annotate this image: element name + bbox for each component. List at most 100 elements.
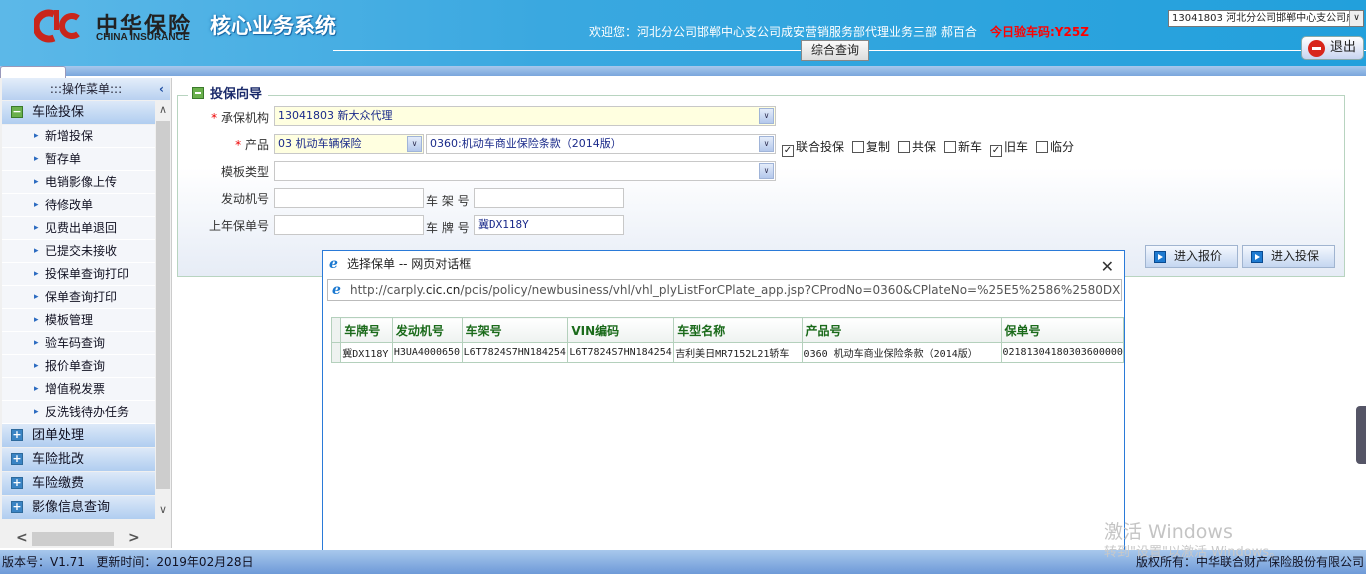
windows-watermark-sub: 转到"设置"以激活 Windows。 <box>1104 545 1283 560</box>
engine-input[interactable] <box>274 188 424 208</box>
cell-engine[interactable]: H3UA4000650 <box>391 342 463 363</box>
menu-group-label: 团单处理 <box>32 428 85 443</box>
column-header: 产品号 <box>801 317 1002 343</box>
version-info: 版本号：V1.71 更新时间：2019年02月28日 <box>2 555 254 569</box>
product-select[interactable]: 03 机动车辆保险 ∨ <box>274 134 424 154</box>
menu-list: −车险投保 新增投保 暂存单 电销影像上传 待修改单 见费出单退回 已提交未接收… <box>2 101 155 520</box>
cell-product[interactable]: 0360 机动车商业保险条款（2014版） <box>801 342 1002 363</box>
menu-item[interactable]: 验车码查询 <box>2 332 155 355</box>
cell-vin[interactable]: L6T7824S7HN184254 <box>567 342 675 363</box>
plus-icon: + <box>11 500 23 513</box>
frame-label: 车 架 号 <box>426 194 470 208</box>
tab-home[interactable] <box>0 66 66 78</box>
cell-model[interactable]: 吉利美日MR7152L21轿车 <box>673 342 803 363</box>
menu-item[interactable]: 反洗钱待办任务 <box>2 401 155 424</box>
scroll-thumb[interactable] <box>156 121 170 489</box>
plate-label: 车 牌 号 <box>426 221 470 235</box>
copy-checkbox[interactable]: 复制 <box>852 138 890 155</box>
product-label: * 产品 <box>235 138 269 152</box>
chevron-down-icon: ∨ <box>759 163 774 179</box>
menu-group-image-query[interactable]: + 影像信息查询 <box>2 496 155 519</box>
checkbox-checked[interactable]: ✓ <box>782 145 794 157</box>
menu-item[interactable]: 暂存单 <box>2 148 155 171</box>
used-car-checkbox[interactable]: ✓ 旧车 <box>990 138 1028 157</box>
plus-icon: + <box>11 428 23 441</box>
scroll-right-icon[interactable]: > <box>128 530 140 546</box>
table-row[interactable]: 冀DX118Y H3UA4000650 L6T7824S7HN184254 L6… <box>330 342 1124 363</box>
collapse-icon[interactable]: ‹ <box>159 78 164 100</box>
check-code: 今日验车码:Y25Z <box>990 25 1089 39</box>
scroll-down-icon[interactable]: ∨ <box>155 503 171 516</box>
menu-group-payment[interactable]: + 车险缴费 <box>2 472 155 495</box>
checkbox[interactable] <box>944 141 956 153</box>
template-label: 模板类型 <box>220 165 269 179</box>
select-policy-dialog: e 选择保单 -- 网页对话框 ✕ e http://carply.cic.cn… <box>322 250 1125 574</box>
cell-frame[interactable]: L6T7824S7HN184254 <box>461 342 569 363</box>
facultative-checkbox[interactable]: 临分 <box>1036 138 1074 155</box>
menu-item[interactable]: 见费出单退回 <box>2 217 155 240</box>
menu-item[interactable]: 已提交未接收 <box>2 240 155 263</box>
menu-item[interactable]: 保单查询打印 <box>2 286 155 309</box>
side-widget[interactable] <box>1356 406 1366 464</box>
play-icon <box>1251 251 1263 263</box>
clause-select[interactable]: 0360:机动车商业保险条款（2014版） ∨ <box>426 134 776 154</box>
table-header-row: 车牌号 发动机号 车架号 VIN编码 车型名称 产品号 保单号 <box>330 317 1124 343</box>
scroll-thumb[interactable] <box>32 532 114 546</box>
menu-item[interactable]: 新增投保 <box>2 125 155 148</box>
menu-group-label: 车险投保 <box>32 105 85 120</box>
org-select[interactable]: 13041803 新大众代理 ∨ <box>274 106 776 126</box>
org-select[interactable]: 13041803 河北分公司邯郸中心支公司成 ∨ <box>1168 10 1364 27</box>
template-select[interactable]: ∨ <box>274 161 776 181</box>
logout-icon <box>1308 40 1325 57</box>
enter-insure-button[interactable]: 进入投保 <box>1242 245 1335 268</box>
menu-item[interactable]: 投保单查询打印 <box>2 263 155 286</box>
menu-item[interactable]: 待修改单 <box>2 194 155 217</box>
chevron-down-icon: ∨ <box>407 136 422 152</box>
tab-band <box>0 66 1366 76</box>
menu-group-group-policy[interactable]: + 团单处理 <box>2 424 155 447</box>
column-header: VIN编码 <box>567 317 675 343</box>
last-policy-label: 上年保单号 <box>208 219 269 233</box>
chevron-down-icon: ∨ <box>759 108 774 124</box>
dialog-titlebar[interactable]: e 选择保单 -- 网页对话框 ✕ <box>323 251 1124 277</box>
sidebar: :::操作菜单:::‹ −车险投保 新增投保 暂存单 电销影像上传 待修改单 见… <box>0 78 172 548</box>
menu-item[interactable]: 模板管理 <box>2 309 155 332</box>
menu-item[interactable]: 增值税发票 <box>2 378 155 401</box>
china-insurance-logo <box>34 9 80 43</box>
collapse-icon[interactable] <box>192 87 204 99</box>
scroll-up-icon[interactable]: ∧ <box>155 103 171 116</box>
checkbox-checked[interactable]: ✓ <box>990 145 1002 157</box>
scroll-left-icon[interactable]: < <box>16 530 28 546</box>
last-policy-input[interactable] <box>274 215 424 235</box>
plus-icon: + <box>11 452 23 465</box>
new-car-checkbox[interactable]: 新车 <box>944 138 982 155</box>
sidebar-vertical-scrollbar[interactable]: ∧ ∨ <box>155 101 171 529</box>
column-header: 发动机号 <box>391 317 463 343</box>
menu-group-endorsement[interactable]: + 车险批改 <box>2 448 155 471</box>
plus-icon: + <box>11 476 23 489</box>
menu-item[interactable]: 电销影像上传 <box>2 171 155 194</box>
sidebar-horizontal-scrollbar[interactable]: < > <box>0 530 155 548</box>
close-icon[interactable]: ✕ <box>1101 254 1114 280</box>
menu-item[interactable]: 报价单查询 <box>2 355 155 378</box>
column-header: 保单号 <box>1000 317 1124 343</box>
joint-insure-checkbox[interactable]: ✓ 联合投保 <box>782 138 844 157</box>
plate-input[interactable]: 冀DX118Y <box>474 215 624 235</box>
logo-text-en: CHINA INSURANCE <box>96 32 190 43</box>
frame-input[interactable] <box>474 188 624 208</box>
enter-quote-button[interactable]: 进入报价 <box>1145 245 1238 268</box>
cell-policy-no[interactable]: 02181304180303600000 <box>1000 342 1124 363</box>
coinsure-checkbox[interactable]: 共保 <box>898 138 936 155</box>
chevron-down-icon: ∨ <box>759 136 774 152</box>
menu-group-auto-insure[interactable]: − 车险投保 <box>2 101 155 124</box>
welcome-text: 欢迎您：河北分公司邯郸中心支公司成安营销服务部代理业务三部 郝百合 <box>589 25 977 39</box>
org-label: * 承保机构 <box>211 111 269 125</box>
menu-header: :::操作菜单::: ‹ <box>2 78 170 100</box>
cell-plate[interactable]: 冀DX118Y <box>340 342 393 363</box>
comprehensive-query-button[interactable]: 综合查询 <box>801 40 869 61</box>
column-header: 车型名称 <box>673 317 803 343</box>
checkbox[interactable] <box>852 141 864 153</box>
logout-button[interactable]: 退出 <box>1301 36 1364 60</box>
checkbox[interactable] <box>898 141 910 153</box>
checkbox[interactable] <box>1036 141 1048 153</box>
